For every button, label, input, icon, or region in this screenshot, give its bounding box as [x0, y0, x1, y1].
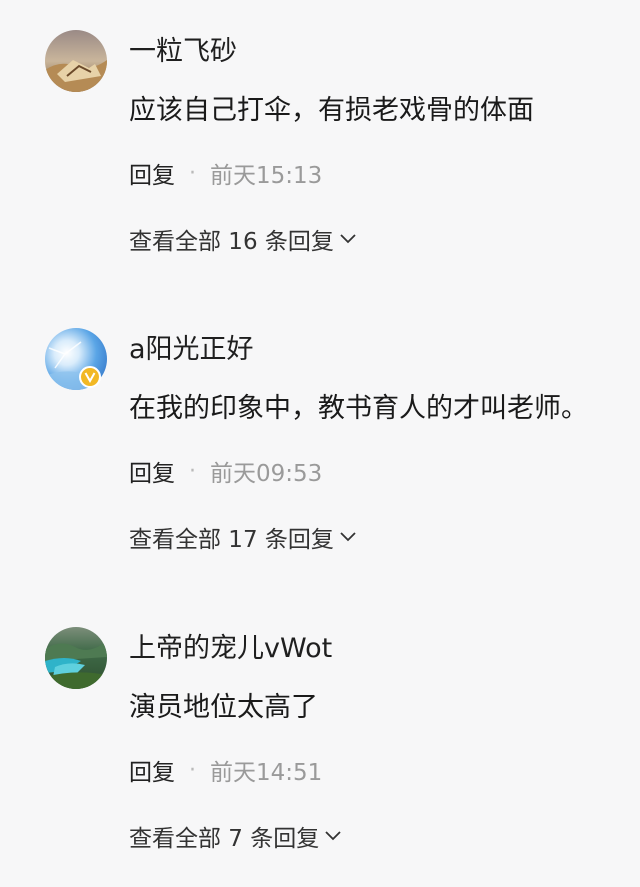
view-all-replies-label: 查看全部 16 条回复	[129, 229, 334, 255]
chevron-down-icon	[340, 234, 356, 244]
comment-meta: 回复 · 前天09:53	[129, 454, 322, 488]
view-all-replies-label: 查看全部 17 条回复	[129, 527, 334, 553]
comment-meta: 回复 · 前天15:13	[129, 156, 322, 190]
comment-text: 应该自己打伞，有损老戏骨的体面	[129, 95, 534, 126]
comment-text: 演员地位太高了	[129, 692, 318, 723]
timestamp: 前天14:51	[210, 760, 323, 786]
comment-item: 上帝的宠儿vWot 演员地位太高了 回复 · 前天14:51 查看全部 7 条回…	[0, 597, 640, 887]
avatar[interactable]	[45, 627, 107, 689]
verified-badge-icon	[79, 366, 101, 388]
view-all-replies-button[interactable]: 查看全部 7 条回复	[129, 819, 341, 853]
comment-item: a阳光正好 在我的印象中，教书育人的才叫老师。 回复 · 前天09:53 查看全…	[0, 298, 640, 588]
comment-meta: 回复 · 前天14:51	[129, 753, 322, 787]
chevron-down-icon	[340, 532, 356, 542]
username[interactable]: a阳光正好	[129, 332, 254, 368]
avatar[interactable]	[45, 30, 107, 92]
timestamp: 前天09:53	[210, 461, 323, 487]
timestamp: 前天15:13	[210, 163, 323, 189]
view-all-replies-button[interactable]: 查看全部 16 条回复	[129, 222, 356, 256]
comment-text: 在我的印象中，教书育人的才叫老师。	[129, 393, 588, 424]
view-all-replies-button[interactable]: 查看全部 17 条回复	[129, 520, 356, 554]
separator-dot: ·	[189, 160, 196, 186]
reply-button[interactable]: 回复	[129, 753, 175, 787]
separator-dot: ·	[189, 458, 196, 484]
username[interactable]: 上帝的宠儿vWot	[129, 631, 332, 667]
desert-landscape-avatar-icon	[45, 30, 107, 92]
reply-button[interactable]: 回复	[129, 156, 175, 190]
reply-button[interactable]: 回复	[129, 454, 175, 488]
chevron-down-icon	[325, 831, 341, 841]
view-all-replies-label: 查看全部 7 条回复	[129, 826, 320, 852]
lake-mountain-avatar-icon	[45, 627, 107, 689]
separator-dot: ·	[189, 757, 196, 783]
username[interactable]: 一粒飞砂	[129, 34, 237, 70]
comment-item: 一粒飞砂 应该自己打伞，有损老戏骨的体面 回复 · 前天15:13 查看全部 1…	[0, 0, 640, 290]
